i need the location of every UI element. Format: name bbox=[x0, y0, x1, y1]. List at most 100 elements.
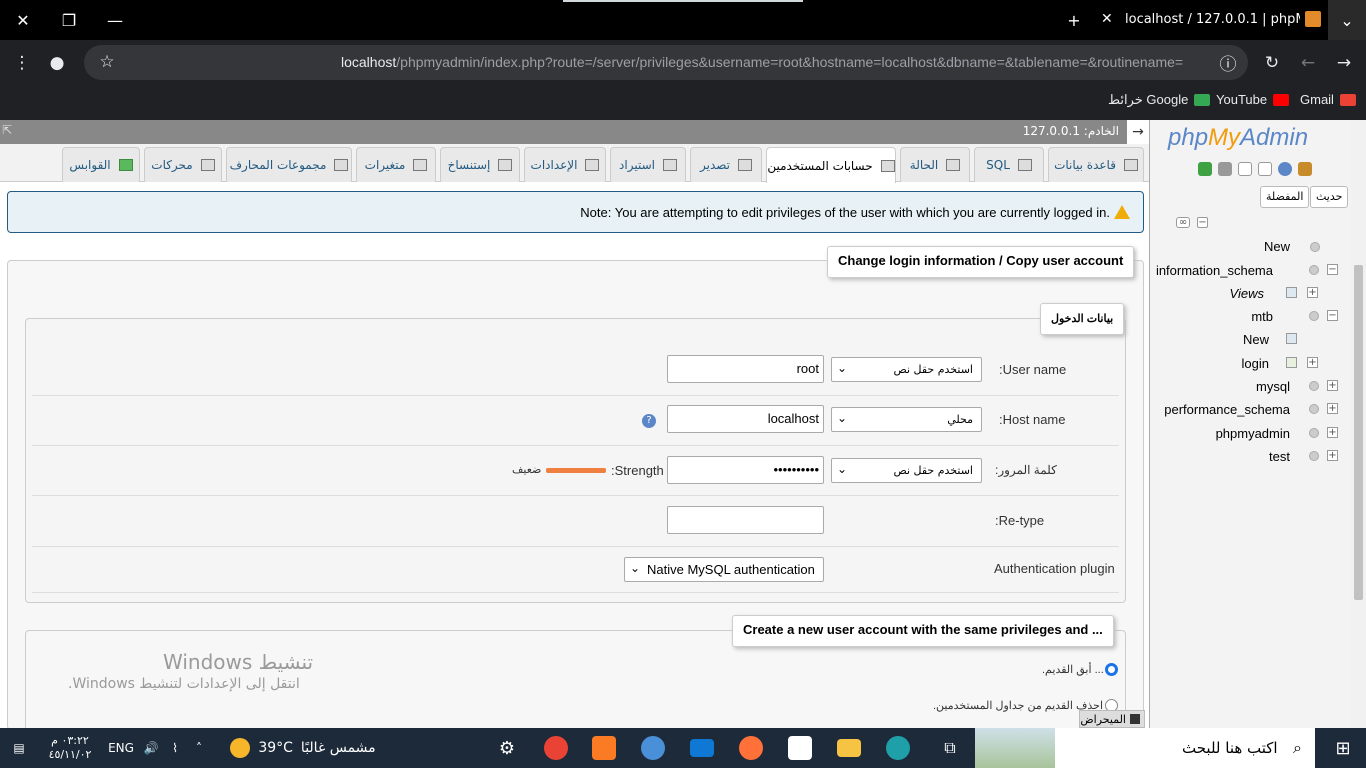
notice-text: Note: You are attempting to edit privile… bbox=[580, 205, 1110, 220]
menu-kebab-icon[interactable]: ⋮ bbox=[9, 50, 35, 76]
username-type-select[interactable]: استخدم حقل نص ⌄ bbox=[831, 357, 982, 382]
tree-item-new[interactable]: New bbox=[1264, 239, 1290, 254]
bookmark-youtube[interactable]: YouTube bbox=[1216, 92, 1290, 107]
firefox-app[interactable] bbox=[735, 728, 767, 768]
reload-nav-icon[interactable] bbox=[1198, 162, 1212, 176]
profile-icon[interactable]: ● bbox=[44, 50, 70, 76]
weather-widget[interactable]: 39°C مشمس غالبًا bbox=[228, 728, 378, 768]
tab-user-accounts[interactable]: حسابات المستخدمين bbox=[766, 147, 896, 183]
username-input[interactable]: root bbox=[667, 355, 824, 383]
explorer-app[interactable] bbox=[833, 728, 865, 768]
tab-sql[interactable]: SQL bbox=[974, 147, 1044, 182]
tab-charsets[interactable]: مجموعات المحارف bbox=[226, 147, 352, 182]
reload-icon[interactable]: ↻ bbox=[1259, 50, 1285, 76]
hostname-type-select[interactable]: محلي ⌄ bbox=[831, 407, 982, 432]
chevron-down-icon: ⌄ bbox=[837, 411, 848, 425]
language-indicator[interactable]: ENG bbox=[104, 728, 138, 768]
new-tab-icon[interactable]: + bbox=[1051, 0, 1097, 40]
expand-icon[interactable]: + bbox=[1327, 403, 1338, 414]
tab-status[interactable]: الحالة bbox=[900, 147, 970, 182]
notification-center-icon[interactable]: ▤ bbox=[0, 728, 38, 768]
expand-icon[interactable]: + bbox=[1307, 357, 1318, 368]
docs-icon[interactable] bbox=[1238, 162, 1252, 176]
network-icon[interactable]: ⌇ bbox=[164, 728, 186, 768]
copy-icon[interactable] bbox=[1258, 162, 1272, 176]
collapse-all-icon[interactable]: − bbox=[1197, 217, 1208, 228]
site-info-icon[interactable]: ⓘ bbox=[1215, 49, 1241, 75]
tab-plugins[interactable]: القوابس bbox=[62, 147, 140, 182]
collapse-icon[interactable]: − bbox=[1327, 310, 1338, 321]
help-icon[interactable] bbox=[1278, 162, 1292, 176]
mail-app[interactable] bbox=[686, 728, 718, 768]
tree-item-mtb[interactable]: mtb bbox=[1251, 309, 1273, 324]
tab-import[interactable]: استيراد bbox=[610, 147, 686, 182]
new-table-icon bbox=[1286, 333, 1297, 344]
forward-icon[interactable]: → bbox=[1331, 50, 1357, 76]
help-icon[interactable]: ? bbox=[642, 414, 656, 428]
clock[interactable]: ٠٣:٢٢ م ٤٥/١١/٠٢ bbox=[40, 728, 100, 768]
server-label[interactable]: الخادم: 127.0.0.1 bbox=[1023, 124, 1119, 138]
bookmark-star-icon[interactable]: ☆ bbox=[94, 49, 120, 75]
bookmark-gmail[interactable]: Gmail bbox=[1300, 92, 1356, 107]
favorites-button[interactable]: المفضلة bbox=[1260, 186, 1310, 208]
tree-item-performance-schema[interactable]: performance_schema bbox=[1164, 402, 1290, 417]
xampp-app[interactable] bbox=[588, 728, 620, 768]
keep-old-radio[interactable] bbox=[1105, 663, 1118, 676]
taskbar-search[interactable]: اكتب هنا للبحث ⌕ bbox=[975, 728, 1315, 768]
password-input[interactable]: •••••••••• bbox=[667, 456, 824, 484]
tab-label: محركات bbox=[151, 158, 193, 172]
tree-item-mysql[interactable]: mysql bbox=[1256, 379, 1290, 394]
home-icon[interactable] bbox=[1298, 162, 1312, 176]
database-icon bbox=[1123, 159, 1138, 171]
expand-icon[interactable]: + bbox=[1327, 450, 1338, 461]
auth-plugin-select[interactable]: ⌄ Native MySQL authentication bbox=[624, 557, 824, 582]
volume-icon[interactable]: 🔊 bbox=[140, 728, 162, 768]
task-view-icon[interactable]: ⧉ bbox=[934, 728, 966, 768]
start-windows-icon[interactable]: ⊞ bbox=[1320, 728, 1366, 768]
chrome-app[interactable] bbox=[538, 728, 574, 768]
tree-item-phpmyadmin[interactable]: phpmyadmin bbox=[1216, 426, 1290, 441]
tab-settings[interactable]: الإعدادات bbox=[524, 147, 606, 182]
password-type-select[interactable]: استخدم حقل نص ⌄ bbox=[831, 458, 982, 483]
chevron-up-icon[interactable]: ˄ bbox=[188, 728, 210, 768]
tree-item-views[interactable]: Views bbox=[1230, 286, 1264, 301]
tree-item-test[interactable]: test bbox=[1269, 449, 1290, 464]
restore-window-icon[interactable]: ❐ bbox=[46, 0, 92, 40]
recent-button[interactable]: حديث bbox=[1310, 186, 1349, 208]
tab-databases[interactable]: قاعدة بيانات bbox=[1048, 147, 1144, 182]
settings-gear-icon[interactable]: ⚙ bbox=[491, 728, 523, 768]
tree-item-information-schema[interactable]: information_schema bbox=[1156, 263, 1273, 278]
minimize-window-icon[interactable]: — bbox=[92, 0, 138, 40]
tree-item-new-table[interactable]: New bbox=[1243, 332, 1269, 347]
tab-variables[interactable]: متغيرات bbox=[356, 147, 436, 182]
bookmark-maps[interactable]: خرائط Google bbox=[1108, 92, 1211, 108]
tab-export[interactable]: تصدير bbox=[690, 147, 762, 182]
console-toggle[interactable]: الميحراض bbox=[1079, 710, 1145, 728]
browser-tab-active[interactable]: ✕ localhost / 127.0.0.1 | phpMyAdmin bbox=[1095, 0, 1328, 40]
app-icon[interactable] bbox=[637, 728, 669, 768]
back-icon[interactable]: ← bbox=[1295, 50, 1321, 76]
expand-icon[interactable]: + bbox=[1327, 380, 1338, 391]
edge-app[interactable] bbox=[882, 728, 914, 768]
tab-close-icon[interactable]: ✕ bbox=[1101, 11, 1113, 27]
scrollbar-thumb[interactable] bbox=[1354, 265, 1363, 600]
expand-icon[interactable]: + bbox=[1327, 427, 1338, 438]
tab-engines[interactable]: محركات bbox=[144, 147, 222, 182]
collapse-icon[interactable]: − bbox=[1327, 264, 1338, 275]
expand-icon[interactable]: + bbox=[1307, 287, 1318, 298]
store-app[interactable] bbox=[784, 728, 816, 768]
retype-password-input[interactable] bbox=[667, 506, 824, 534]
phpmyadmin-logo[interactable]: phpMyAdmin bbox=[1168, 124, 1308, 152]
hostname-input[interactable]: localhost bbox=[667, 405, 824, 433]
nav-toggle-icon[interactable]: → bbox=[1127, 120, 1149, 144]
link-icon[interactable]: ∞ bbox=[1176, 217, 1190, 228]
notice-box: Note: You are attempting to edit privile… bbox=[7, 191, 1144, 233]
tab-replication[interactable]: إستنساخ bbox=[440, 147, 520, 182]
nav-scrollbar[interactable] bbox=[1351, 120, 1366, 728]
collapse-icon[interactable]: ⇱ bbox=[2, 123, 12, 137]
settings-gear-icon[interactable] bbox=[1218, 162, 1232, 176]
tree-item-login[interactable]: login bbox=[1242, 356, 1269, 371]
tab-search-icon[interactable]: ⌄ bbox=[1328, 0, 1366, 40]
close-window-icon[interactable]: ✕ bbox=[0, 0, 46, 40]
import-icon bbox=[662, 159, 677, 171]
